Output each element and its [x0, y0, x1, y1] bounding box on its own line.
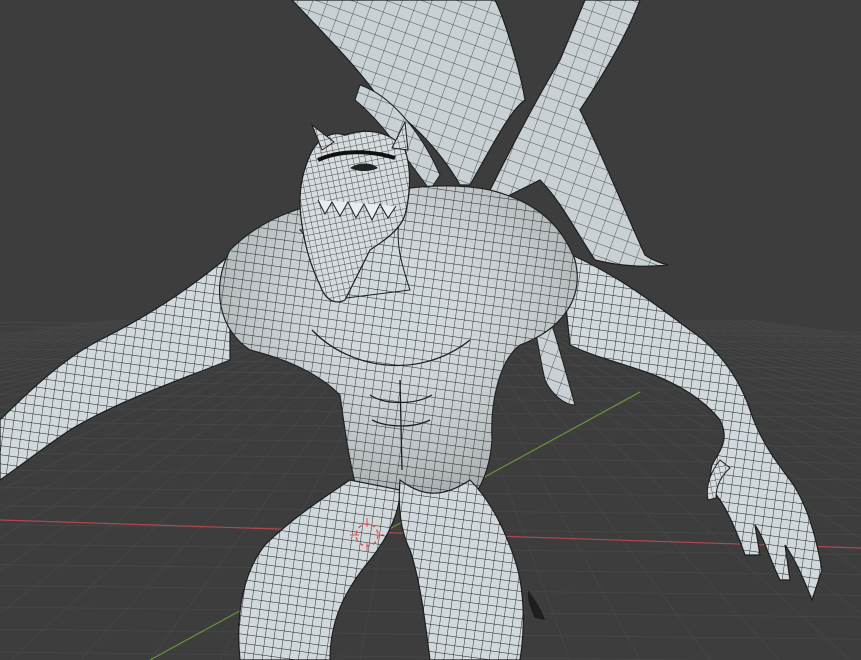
leg-right — [398, 478, 524, 660]
leg-left — [238, 479, 401, 660]
3d-viewport[interactable] — [0, 0, 861, 660]
viewport-canvas[interactable] — [0, 0, 861, 660]
arm-left — [0, 253, 231, 481]
tail-tip — [527, 590, 545, 620]
